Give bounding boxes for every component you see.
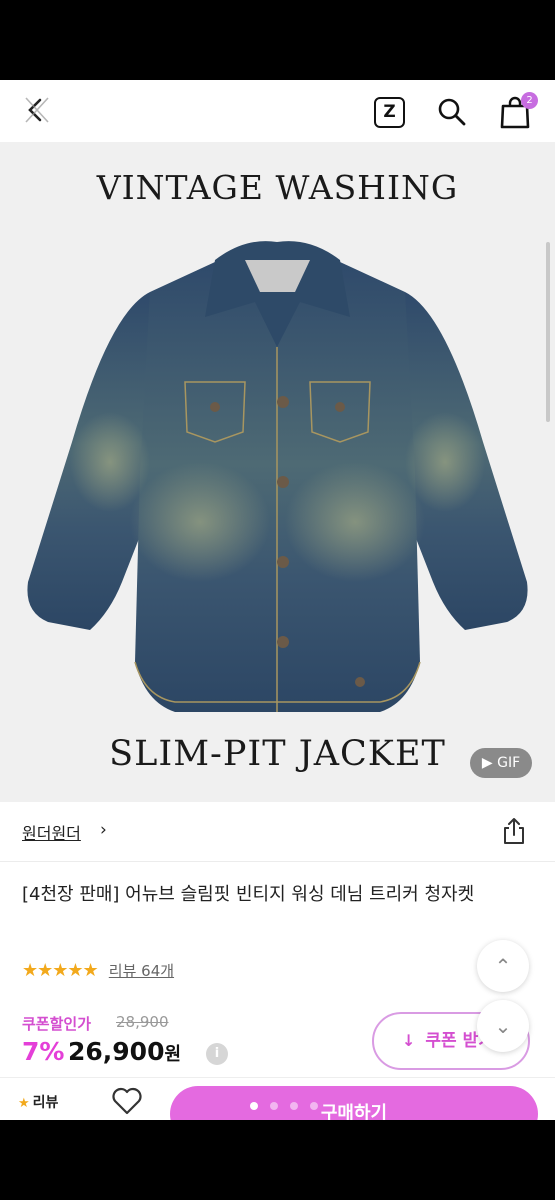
top-bar: Z 2: [0, 80, 555, 142]
denim-jacket-image: [27, 241, 528, 712]
scroll-up-button[interactable]: ⌃: [477, 940, 529, 992]
search-icon[interactable]: [436, 96, 468, 128]
original-price: 28,900: [116, 1013, 169, 1031]
page-dot: [270, 1102, 278, 1110]
store-name-link[interactable]: 원더원더: [22, 820, 81, 844]
rating-row[interactable]: ★★★★★ 리뷰 64개: [22, 960, 174, 984]
currency-unit: 원: [164, 1044, 182, 1065]
product-image[interactable]: VINTAGE WASHING SLIM-PIT JACKET ▶ GIF: [0, 142, 555, 802]
buy-button[interactable]: 구매하기: [170, 1086, 538, 1120]
cart-count-badge: 2: [521, 92, 538, 109]
back-close-icon[interactable]: [20, 92, 54, 128]
store-row[interactable]: 원더원더 ›: [0, 802, 555, 862]
coupon-price-label: 쿠폰할인가: [22, 1015, 92, 1033]
discount-rate: 7%: [22, 1037, 65, 1066]
product-title: [4천장 판매] 어뉴브 슬림핏 빈티지 워싱 데님 트리커 청자켓: [22, 884, 475, 905]
gif-badge[interactable]: ▶ GIF: [470, 748, 532, 778]
rating-stars: ★★★★★: [22, 960, 99, 981]
page-dot: [250, 1102, 258, 1110]
info-icon[interactable]: i: [206, 1043, 228, 1065]
star-icon: ★: [18, 1096, 30, 1111]
heart-icon[interactable]: [110, 1086, 144, 1116]
scrollbar[interactable]: [546, 242, 550, 422]
download-icon: ↓: [402, 1031, 416, 1050]
page-dot: [310, 1102, 318, 1110]
scroll-down-button[interactable]: ⌄: [477, 1000, 529, 1052]
review-count-link[interactable]: 리뷰 64개: [109, 960, 174, 981]
review-tab[interactable]: ★ 리뷰: [18, 1092, 58, 1112]
final-price: 26,900원: [68, 1037, 181, 1066]
page-dot: [290, 1102, 298, 1110]
zigzag-home-icon[interactable]: Z: [374, 97, 405, 128]
final-price-value: 26,900: [68, 1037, 165, 1066]
bottom-action-bar: ★ 리뷰 구매하기: [0, 1077, 555, 1120]
share-icon[interactable]: [500, 816, 528, 846]
chevron-right-icon: ›: [100, 820, 107, 840]
page-indicator: [250, 1095, 330, 1114]
product-screen: Z 2 VINTAGE WASHING SLIM-PIT JACKET ▶ GI…: [0, 80, 555, 1120]
review-tab-label: 리뷰: [32, 1095, 59, 1111]
